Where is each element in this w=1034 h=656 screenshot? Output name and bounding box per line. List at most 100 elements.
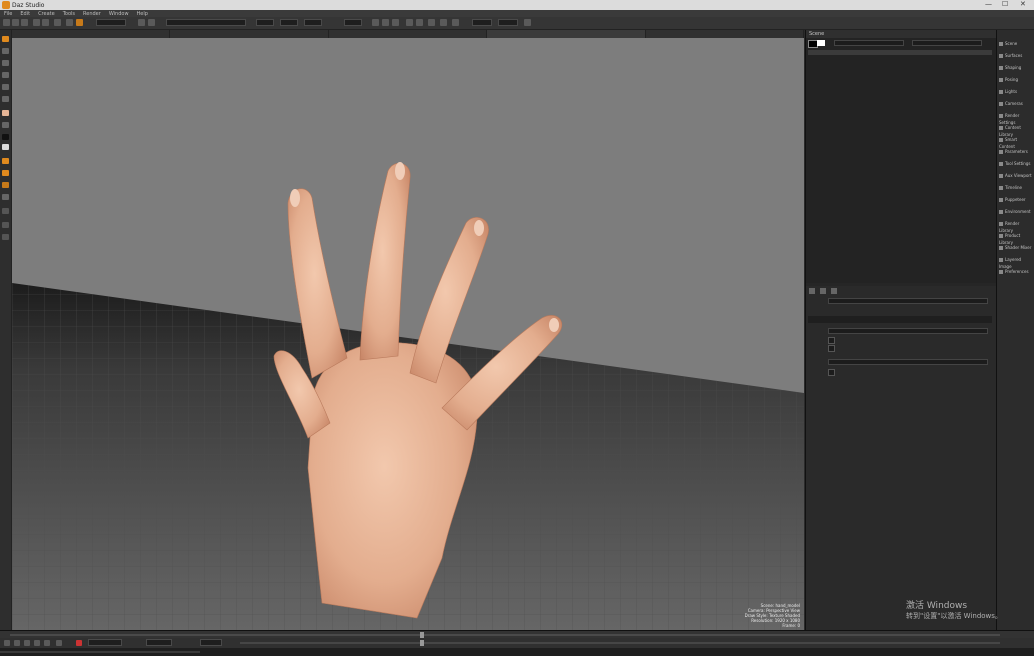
align-icon[interactable] <box>372 19 379 26</box>
node-name-field[interactable] <box>834 40 904 46</box>
surface-tool-icon[interactable] <box>2 110 9 116</box>
grid-icon[interactable] <box>416 19 423 26</box>
property-name-field[interactable] <box>828 298 988 304</box>
grid-tool-icon[interactable] <box>2 222 9 228</box>
pointer-tool-icon[interactable] <box>2 36 9 42</box>
redo-icon[interactable] <box>42 19 49 26</box>
delete-node-icon[interactable] <box>820 288 826 294</box>
brush-tool-icon[interactable] <box>2 182 9 188</box>
pane-tab-tool-settings[interactable]: Tool Settings <box>999 160 1033 167</box>
minimize-button[interactable]: — <box>985 0 992 8</box>
next-frame-icon[interactable] <box>34 640 40 646</box>
add-node-icon[interactable] <box>809 288 815 294</box>
loop-icon[interactable] <box>56 640 62 646</box>
list-tool-icon[interactable] <box>2 234 9 240</box>
x-coordinate-field[interactable] <box>256 19 274 26</box>
move-icon[interactable] <box>138 19 145 26</box>
pane-tab-surfaces[interactable]: Surfaces <box>999 52 1033 59</box>
pane-tab-content-library[interactable]: Content Library <box>999 124 1033 137</box>
pane-tab-aux-viewport[interactable]: Aux Viewport <box>999 172 1033 179</box>
refresh-icon[interactable] <box>382 19 389 26</box>
pane-tab-parameters[interactable]: Parameters <box>999 148 1033 155</box>
camera-icon[interactable] <box>66 19 73 26</box>
node-tool-icon[interactable] <box>2 96 9 102</box>
current-frame-field[interactable] <box>88 639 122 646</box>
pane-tab-preferences[interactable]: Preferences <box>999 268 1033 275</box>
spot-render-icon[interactable] <box>2 158 9 164</box>
scale-field[interactable] <box>344 19 362 26</box>
snap-icon[interactable] <box>392 19 399 26</box>
scene-identification-field[interactable] <box>166 19 246 26</box>
pane-tab-timeline[interactable]: Timeline <box>999 184 1033 191</box>
menu-create[interactable]: Create <box>38 11 55 17</box>
property-group-header[interactable] <box>808 316 992 323</box>
range-slider-handle[interactable] <box>420 640 424 646</box>
close-button[interactable]: ✕ <box>1020 0 1026 8</box>
light-icon[interactable] <box>406 19 413 26</box>
node-type-field[interactable] <box>912 40 982 46</box>
property-checkbox[interactable] <box>828 369 835 376</box>
universal-tool-icon[interactable] <box>2 48 9 54</box>
hand-tool-icon[interactable] <box>2 170 9 176</box>
tab-viewport-3[interactable] <box>329 30 488 38</box>
menu-edit[interactable]: Edit <box>20 11 30 17</box>
pane-tab-shader-mixer[interactable]: Shader Mixer <box>999 244 1033 251</box>
property-checkbox[interactable] <box>828 337 835 344</box>
scale-tool-icon[interactable] <box>2 84 9 90</box>
pane-tab-environment[interactable]: Environment <box>999 208 1033 215</box>
translate-tool-icon[interactable] <box>2 60 9 66</box>
tab-viewport-5[interactable] <box>646 30 805 38</box>
color-swatch-2-icon[interactable] <box>2 144 9 150</box>
property-checkbox[interactable] <box>828 345 835 352</box>
go-to-end-icon[interactable] <box>44 640 50 646</box>
pane-tab-lights[interactable]: Lights <box>999 88 1033 95</box>
menu-tools[interactable]: Tools <box>63 11 75 17</box>
z-coordinate-field[interactable] <box>304 19 322 26</box>
play-icon[interactable] <box>24 640 30 646</box>
menu-help[interactable]: Help <box>137 11 148 17</box>
pane-tab-cameras[interactable]: Cameras <box>999 100 1033 107</box>
tab-viewport-2[interactable] <box>170 30 329 38</box>
rotate-tool-icon[interactable] <box>2 72 9 78</box>
pane-tab-smart-content[interactable]: Smart Content <box>999 136 1033 149</box>
menu-file[interactable]: File <box>4 11 12 17</box>
menu-window[interactable]: Window <box>109 11 129 17</box>
node-color-swatch-2[interactable] <box>817 40 825 46</box>
rotate-icon[interactable] <box>148 19 155 26</box>
pane-tab-layered-image[interactable]: Layered Image <box>999 256 1033 269</box>
tab-viewport-1[interactable] <box>12 30 171 38</box>
record-icon[interactable] <box>76 640 82 646</box>
range-slider-track[interactable] <box>240 642 1000 644</box>
frame-icon[interactable] <box>428 19 435 26</box>
measure-tool-icon[interactable] <box>2 208 9 214</box>
step-field-2[interactable] <box>498 19 518 26</box>
region-tool-icon[interactable] <box>2 194 9 200</box>
new-scene-icon[interactable] <box>3 19 10 26</box>
frame-rate-field[interactable] <box>146 639 172 646</box>
undo-icon[interactable] <box>33 19 40 26</box>
end-frame-field[interactable] <box>200 639 222 646</box>
color-swatch-icon[interactable] <box>2 134 9 140</box>
slider-icon[interactable] <box>524 19 531 26</box>
render-icon[interactable] <box>54 19 61 26</box>
property-value-field[interactable] <box>828 328 988 334</box>
y-coordinate-field[interactable] <box>280 19 298 26</box>
scene-node-row[interactable] <box>808 66 992 71</box>
pane-tab-product-library[interactable]: Product Library <box>999 232 1033 245</box>
3d-viewport[interactable]: Scene: hand_model Camera: Perspective Vi… <box>12 38 804 630</box>
scene-node-row[interactable] <box>808 50 992 55</box>
timeline-track[interactable] <box>10 634 1000 636</box>
save-icon[interactable] <box>21 19 28 26</box>
tab-viewport-4[interactable] <box>487 30 646 38</box>
pane-tab-posing[interactable]: Posing <box>999 76 1033 83</box>
previous-frame-icon[interactable] <box>14 640 20 646</box>
filter-icon[interactable] <box>831 288 837 294</box>
pane-tab-shaping[interactable]: Shaping <box>999 64 1033 71</box>
select-icon[interactable] <box>76 19 83 26</box>
pin-icon[interactable] <box>440 19 447 26</box>
maximize-button[interactable]: ☐ <box>1002 0 1008 8</box>
pane-tab-render-settings[interactable]: Render Settings <box>999 112 1033 125</box>
go-to-start-icon[interactable] <box>4 640 10 646</box>
open-icon[interactable] <box>12 19 19 26</box>
step-field[interactable] <box>472 19 492 26</box>
